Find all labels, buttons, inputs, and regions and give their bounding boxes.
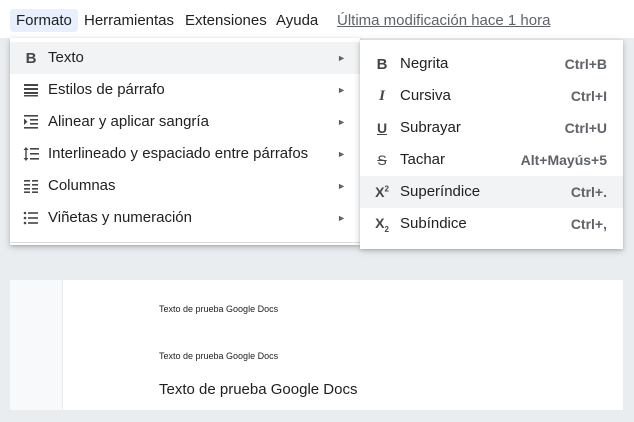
submenu-arrow-icon: ► — [337, 117, 346, 127]
menu-ayuda[interactable]: Ayuda — [276, 10, 318, 32]
submenu-arrow-icon: ► — [337, 149, 346, 159]
menu-item-texto[interactable]: B Texto ► — [10, 42, 360, 74]
document-area — [0, 280, 634, 422]
columns-icon — [22, 177, 40, 195]
menu-item-label: Viñetas y numeración — [48, 209, 192, 226]
shortcut-label: Ctrl+U — [564, 120, 607, 136]
menu-formato[interactable]: Formato — [10, 9, 78, 32]
submenu-arrow-icon: ► — [337, 181, 346, 191]
shortcut-label: Ctrl+, — [570, 216, 607, 232]
submenu-item-label: Cursiva — [400, 87, 451, 104]
subscript-icon: X2 — [375, 214, 389, 234]
menu-item-label: Alinear y aplicar sangría — [48, 113, 209, 130]
italic-icon: I — [379, 87, 385, 104]
submenu-item-superindice[interactable]: X2 Superíndice Ctrl+. — [360, 176, 623, 208]
paragraph-styles-icon — [22, 81, 40, 99]
menu-item-label: Columnas — [48, 177, 116, 194]
bold-icon: B — [376, 55, 388, 73]
shortcut-label: Ctrl+. — [570, 184, 607, 200]
menu-item-columnas[interactable]: Columnas ► — [10, 170, 360, 202]
menu-item-label: Texto — [48, 49, 84, 66]
submenu-arrow-icon: ► — [337, 85, 346, 95]
menu-item-label: Estilos de párrafo — [48, 81, 165, 98]
line-spacing-icon — [22, 145, 40, 163]
submenu-item-subindice[interactable]: X2 Subíndice Ctrl+, — [360, 208, 623, 240]
bulleted-list-icon — [22, 209, 40, 227]
bold-b-icon: B — [25, 49, 37, 67]
menu-herramientas[interactable]: Herramientas — [84, 10, 174, 32]
underline-icon: U — [376, 120, 388, 136]
submenu-item-subrayar[interactable]: U Subrayar Ctrl+U — [360, 112, 623, 144]
shortcut-label: Ctrl+I — [570, 88, 607, 104]
menu-bar: Formato Herramientas Extensiones Ayuda Ú… — [0, 0, 634, 38]
menu-extensiones[interactable]: Extensiones — [185, 10, 267, 32]
submenu-item-negrita[interactable]: B Negrita Ctrl+B — [360, 48, 623, 80]
submenu-item-cursiva[interactable]: I Cursiva Ctrl+I — [360, 80, 623, 112]
menu-item-vinetas[interactable]: Viñetas y numeración ► — [10, 202, 360, 234]
submenu-item-label: Superíndice — [400, 183, 481, 200]
text-submenu: B Negrita Ctrl+B I Cursiva Ctrl+I U Subr… — [360, 40, 623, 249]
strikethrough-icon: S — [377, 152, 387, 168]
format-menu: B Texto ► Estilos de párrafo ► Alinear y… — [10, 38, 360, 245]
submenu-item-label: Tachar — [400, 151, 446, 168]
document-line-small-2[interactable]: Texto de prueba Google Docs — [159, 351, 278, 361]
submenu-item-tachar[interactable]: S Tachar Alt+Mayús+5 — [360, 144, 623, 176]
document-line-normal[interactable]: Texto de prueba Google Docs — [159, 381, 357, 398]
submenu-item-label: Negrita — [400, 55, 449, 72]
submenu-arrow-icon: ► — [337, 53, 346, 63]
submenu-arrow-icon: ► — [337, 213, 346, 223]
last-modified-link[interactable]: Última modificación hace 1 hora — [337, 10, 550, 32]
submenu-item-label: Subíndice — [400, 215, 467, 232]
menu-item-alinear-sangria[interactable]: Alinear y aplicar sangría ► — [10, 106, 360, 138]
menu-item-estilos-parrafo[interactable]: Estilos de párrafo ► — [10, 74, 360, 106]
superscript-icon: X2 — [375, 184, 389, 200]
menu-item-label: Interlineado y espaciado entre párrafos — [48, 145, 309, 162]
submenu-item-label: Subrayar — [400, 119, 461, 136]
indent-icon — [22, 113, 40, 131]
menu-item-interlineado[interactable]: Interlineado y espaciado entre párrafos … — [10, 138, 360, 170]
shortcut-label: Ctrl+B — [564, 56, 607, 72]
document-line-small-1[interactable]: Texto de prueba Google Docs — [159, 304, 278, 314]
shortcut-label: Alt+Mayús+5 — [520, 152, 607, 168]
left-margin — [10, 280, 63, 410]
menu-divider — [10, 242, 360, 243]
